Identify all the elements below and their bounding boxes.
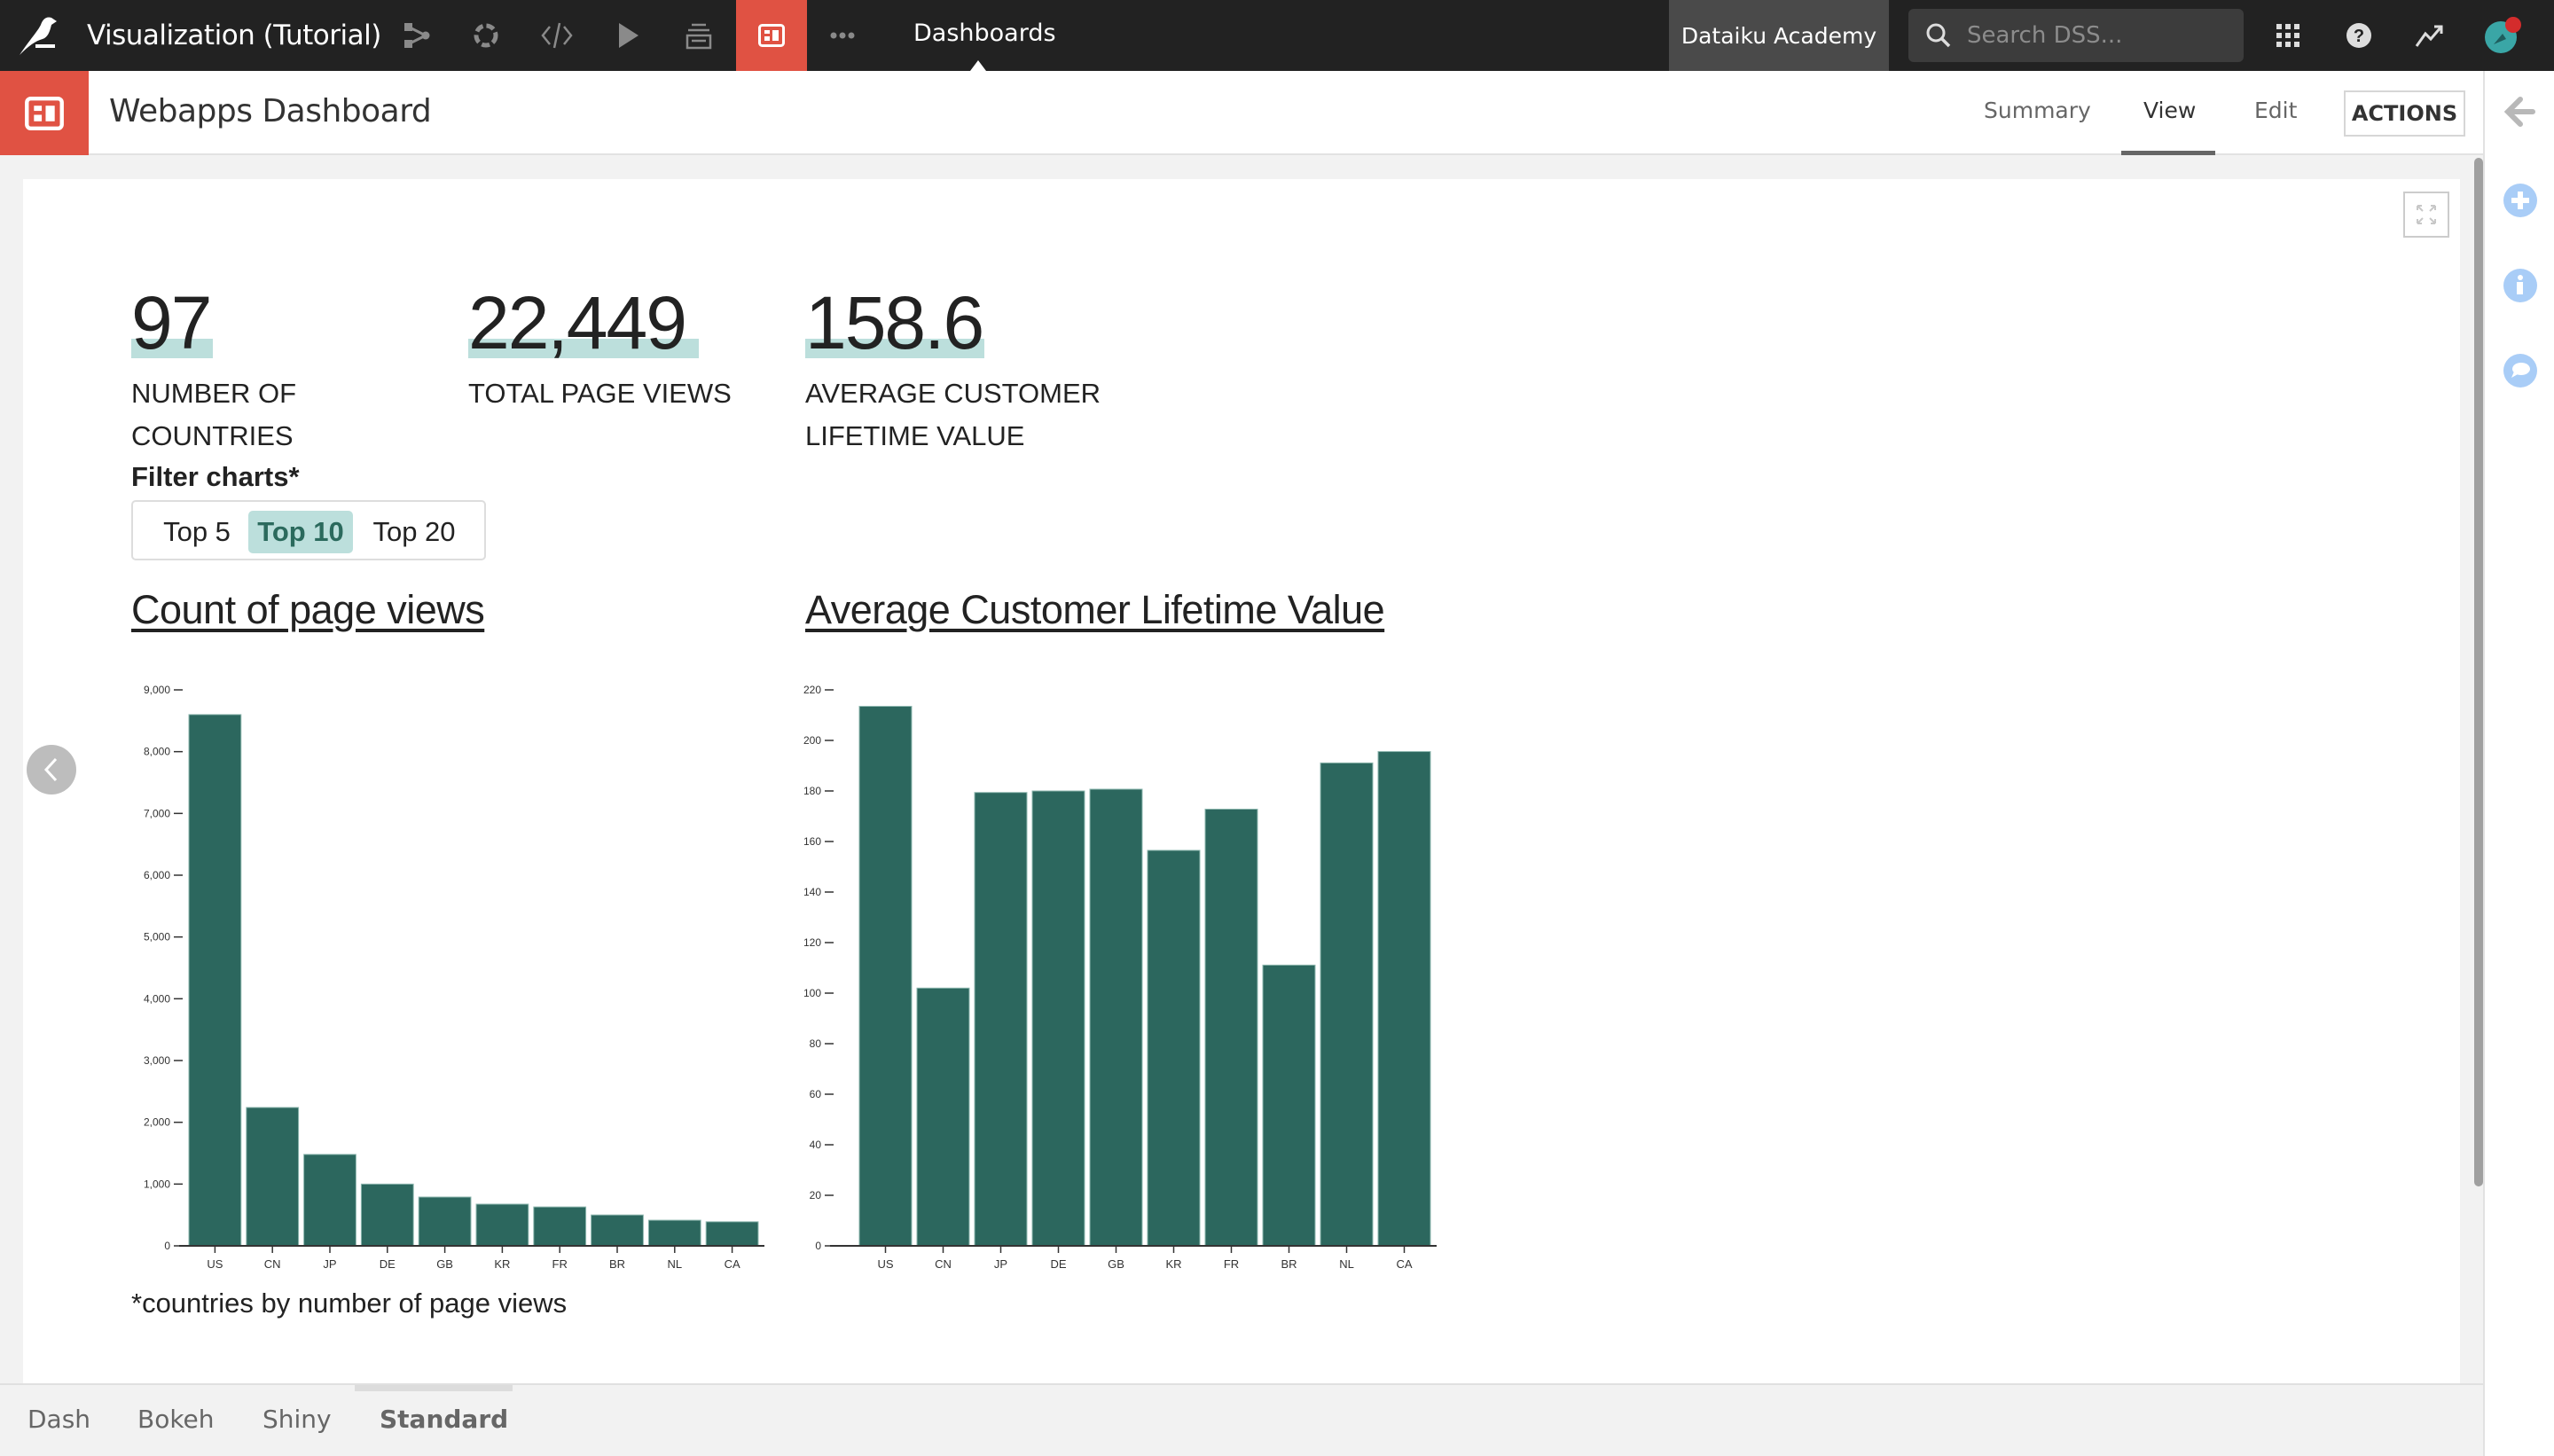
bar-kr — [1147, 849, 1201, 1247]
page-tab-shiny[interactable]: Shiny — [262, 1405, 332, 1434]
y-tick-label: 60 — [810, 1088, 822, 1100]
x-tick-label: FR — [1224, 1257, 1239, 1271]
y-tick-label: 80 — [810, 1037, 822, 1050]
y-tick-label: 120 — [803, 936, 821, 949]
bar-fr — [1204, 809, 1258, 1247]
y-tick-label: 140 — [803, 886, 821, 898]
x-tick-label: DE — [1050, 1257, 1066, 1271]
x-tick-label: KR — [1165, 1257, 1181, 1271]
y-tick-label: 220 — [803, 684, 821, 696]
x-tick-label: US — [877, 1257, 893, 1271]
y-tick-label: 160 — [803, 835, 821, 848]
clv-bar-chart: 0 20 40 60 80 100 120 140 160 180 200 220 US CN JP DE GB… — [803, 684, 1437, 1271]
x-tick-label: CN — [935, 1257, 952, 1271]
x-tick-label: NL — [1339, 1257, 1354, 1271]
chevron-left-icon — [43, 757, 58, 782]
active-page-indicator — [355, 1385, 513, 1391]
y-tick-label: 0 — [815, 1240, 821, 1252]
y-tick-label: 100 — [803, 987, 821, 999]
x-tick-label: JP — [994, 1257, 1007, 1271]
page-tab-bokeh[interactable]: Bokeh — [137, 1405, 215, 1434]
bar-de — [1031, 790, 1085, 1247]
bar-cn — [916, 987, 970, 1247]
bar-br — [1262, 964, 1316, 1247]
page-tab-standard[interactable]: Standard — [380, 1405, 508, 1434]
page-tab-dash[interactable]: Dash — [27, 1405, 90, 1434]
y-tick-label: 20 — [810, 1189, 822, 1202]
bar-nl — [1320, 762, 1374, 1247]
x-tick-label: GB — [1108, 1257, 1124, 1271]
bar-jp — [974, 792, 1028, 1247]
bar-us — [858, 706, 913, 1247]
y-tick-label: 180 — [803, 785, 821, 797]
previous-slide-button[interactable] — [27, 745, 76, 795]
x-tick-label: BR — [1281, 1257, 1297, 1271]
y-tick-label: 200 — [803, 734, 821, 747]
x-tick-label: CA — [1396, 1257, 1412, 1271]
dashboard-pages-bar: Dash Bokeh Shiny Standard — [0, 1383, 2483, 1456]
bar-gb — [1089, 788, 1143, 1247]
footnote: *countries by number of page views — [131, 1288, 568, 1319]
bar-ca — [1377, 751, 1431, 1247]
y-tick-label: 40 — [810, 1139, 822, 1151]
